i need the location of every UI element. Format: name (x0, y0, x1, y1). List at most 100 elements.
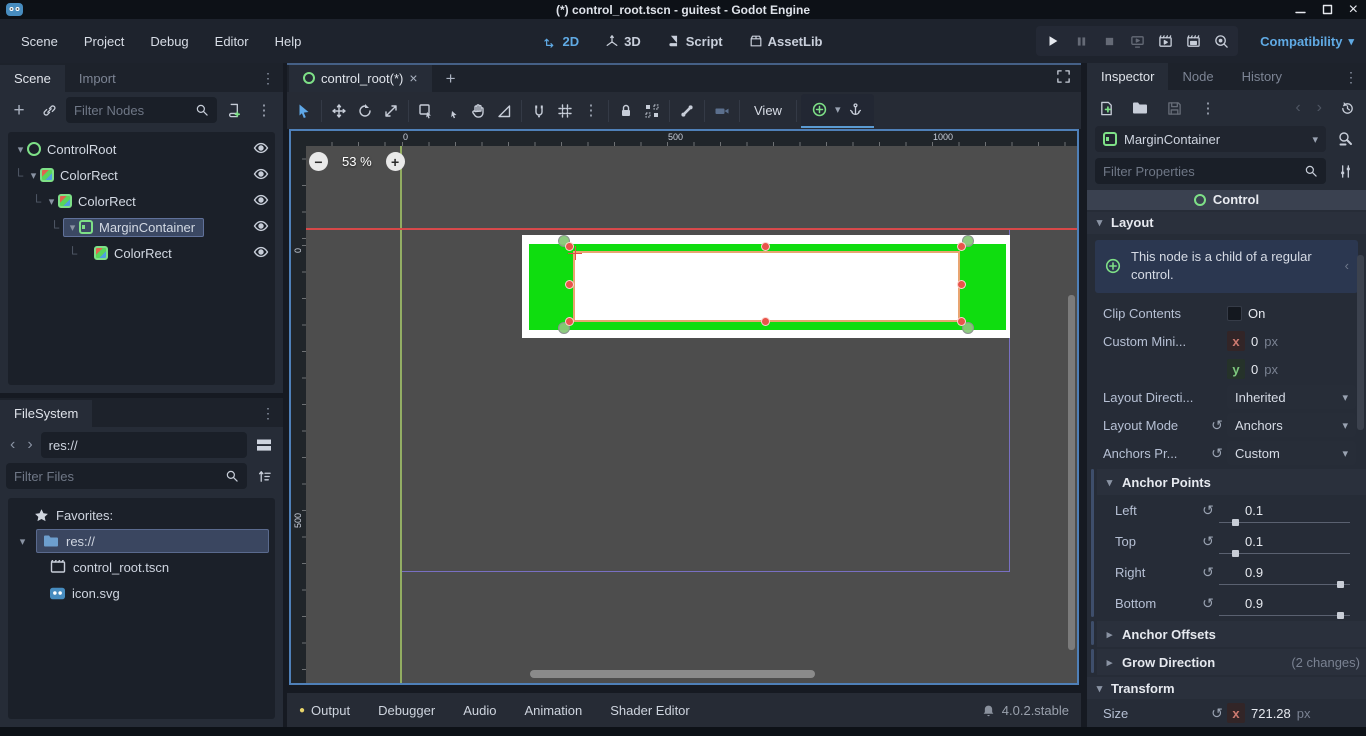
list-select-tool-icon[interactable] (413, 98, 439, 124)
custom-min-x-field[interactable]: 0 (1251, 334, 1258, 349)
minimize-icon[interactable] (1294, 4, 1306, 15)
file-row-res[interactable]: ▾ res:// (8, 528, 275, 554)
filter-nodes-field[interactable] (74, 102, 189, 118)
workspace-2d-button[interactable]: 2D (536, 30, 588, 53)
subsection-grow-direction[interactable]: ▸ Grow Direction (2 changes) (1097, 649, 1366, 676)
menu-scene[interactable]: Scene (8, 34, 71, 49)
collapse-arrow-icon[interactable]: ▾ (66, 221, 79, 234)
dock-menu-icon[interactable]: ⋮ (253, 71, 283, 85)
tab-node[interactable]: Node (1168, 63, 1227, 90)
layout-mode-dropdown[interactable]: Anchors ▾ (1227, 413, 1356, 438)
favorites-row[interactable]: Favorites: (8, 502, 275, 528)
filter-properties-input[interactable] (1095, 158, 1326, 184)
canvas-margincontainer-selection[interactable] (573, 251, 960, 322)
workspace-3d-button[interactable]: 3D (597, 30, 649, 53)
camera-override-icon[interactable] (709, 98, 735, 124)
tab-scene[interactable]: Scene (0, 65, 65, 92)
chevron-down-icon[interactable]: ▾ (835, 103, 841, 116)
zoom-out-button[interactable]: − (309, 152, 328, 171)
filter-nodes-input[interactable] (66, 97, 217, 123)
resize-handle[interactable] (565, 280, 574, 289)
resize-handle[interactable] (761, 242, 770, 251)
2d-viewport[interactable]: 0 500 1000 0 500 − 53 % + (289, 129, 1079, 685)
anchor-bottom-slider[interactable]: 0.9 (1219, 592, 1350, 619)
close-tab-icon[interactable]: × (409, 71, 417, 85)
panel-shader-editor[interactable]: Shader Editor (598, 703, 702, 718)
remote-debug-button[interactable] (1124, 28, 1150, 54)
revert-icon[interactable]: ↺ (1197, 533, 1219, 550)
revert-icon[interactable]: ↺ (1197, 564, 1219, 581)
horizontal-scrollbar[interactable] (530, 670, 815, 678)
size-x-field[interactable]: 721.28 (1251, 706, 1291, 721)
tree-row-controlroot[interactable]: ▾ ControlRoot (8, 136, 275, 162)
save-resource-icon[interactable] (1161, 95, 1187, 121)
collapse-arrow-icon[interactable]: ▾ (14, 143, 27, 156)
lock-selected-icon[interactable] (613, 98, 639, 124)
collapse-arrow-icon[interactable]: ▾ (16, 535, 29, 548)
selected-node-highlight[interactable]: ▾ MarginContainer (63, 217, 205, 237)
pan-tool-icon[interactable] (465, 98, 491, 124)
skeleton-options-icon[interactable] (674, 98, 700, 124)
scene-tab-control-root[interactable]: control_root(*) × (289, 65, 432, 92)
path-bar[interactable]: res:// (40, 432, 247, 458)
anchor-top-slider[interactable]: 0.1 (1219, 530, 1350, 557)
collapse-notice-icon[interactable]: ‹ (1345, 257, 1349, 276)
menu-help[interactable]: Help (262, 34, 315, 49)
nav-back-icon[interactable]: ‹ (6, 436, 19, 454)
new-tab-button[interactable]: + (432, 65, 470, 92)
history-forward-icon[interactable]: › (1313, 99, 1326, 117)
anchor-mode-icon[interactable] (842, 97, 868, 123)
load-resource-icon[interactable] (1127, 95, 1153, 121)
workspace-assetlib-button[interactable]: AssetLib (741, 30, 831, 53)
inspector-scrollbar[interactable] (1357, 255, 1364, 430)
section-transform[interactable]: ▾ Transform (1087, 677, 1366, 700)
anchors-preset-dropdown[interactable]: Custom ▾ (1227, 441, 1356, 466)
grid-snap-icon[interactable] (552, 98, 578, 124)
rotate-tool-icon[interactable] (352, 98, 378, 124)
tree-row-colorrect-2[interactable]: └ ▾ ColorRect (8, 188, 275, 214)
renderer-selector[interactable]: Compatibility ▾ (1260, 34, 1354, 49)
new-resource-icon[interactable] (1093, 95, 1119, 121)
dock-menu-icon[interactable]: ⋮ (253, 406, 283, 420)
anchor-right-slider[interactable]: 0.9 (1219, 561, 1350, 588)
filter-files-input[interactable] (6, 463, 247, 489)
resize-handle[interactable] (565, 317, 574, 326)
tab-filesystem[interactable]: FileSystem (0, 400, 93, 427)
resize-handle[interactable] (957, 280, 966, 289)
layout-notice[interactable]: This node is a child of a regular contro… (1095, 239, 1358, 294)
visibility-toggle-icon[interactable] (253, 244, 269, 263)
menu-debug[interactable]: Debug (137, 34, 201, 49)
history-back-icon[interactable]: ‹ (1291, 99, 1304, 117)
instance-scene-button[interactable] (36, 97, 62, 123)
resize-handle[interactable] (565, 242, 574, 251)
play-custom-scene-button[interactable] (1180, 28, 1206, 54)
attach-script-button[interactable] (221, 97, 247, 123)
zoom-reset-button[interactable]: 53 % (342, 154, 372, 169)
anchor-preset-icon[interactable] (807, 97, 833, 123)
revert-icon[interactable]: ↺ (1197, 502, 1219, 519)
filter-properties-field[interactable] (1103, 163, 1298, 179)
anchor-left-slider[interactable]: 0.1 (1219, 499, 1350, 526)
sort-files-icon[interactable] (251, 463, 277, 489)
revert-icon[interactable]: ↺ (1207, 705, 1227, 722)
tab-history[interactable]: History (1228, 63, 1296, 90)
view-menu[interactable]: View (744, 92, 792, 129)
file-row-scene[interactable]: control_root.tscn (8, 554, 275, 580)
split-view-icon[interactable] (251, 432, 277, 458)
tree-row-colorrect-1[interactable]: └ ▾ ColorRect (8, 162, 275, 188)
group-selected-icon[interactable] (639, 98, 665, 124)
play-scene-button[interactable] (1152, 28, 1178, 54)
position-select-tool-icon[interactable] (439, 98, 465, 124)
filter-files-field[interactable] (14, 468, 219, 484)
play-button[interactable] (1040, 28, 1066, 54)
zoom-in-button[interactable]: + (385, 152, 405, 171)
property-tools-icon[interactable] (1332, 158, 1358, 184)
revert-icon[interactable]: ↺ (1197, 595, 1219, 612)
visibility-toggle-icon[interactable] (253, 192, 269, 211)
tab-inspector[interactable]: Inspector (1087, 63, 1169, 90)
close-icon[interactable]: × (1349, 1, 1358, 18)
panel-audio[interactable]: Audio (451, 703, 508, 718)
resize-handle[interactable] (761, 317, 770, 326)
resource-options-icon[interactable]: ⋮ (1195, 95, 1221, 121)
file-row-icon-svg[interactable]: icon.svg (8, 580, 275, 606)
